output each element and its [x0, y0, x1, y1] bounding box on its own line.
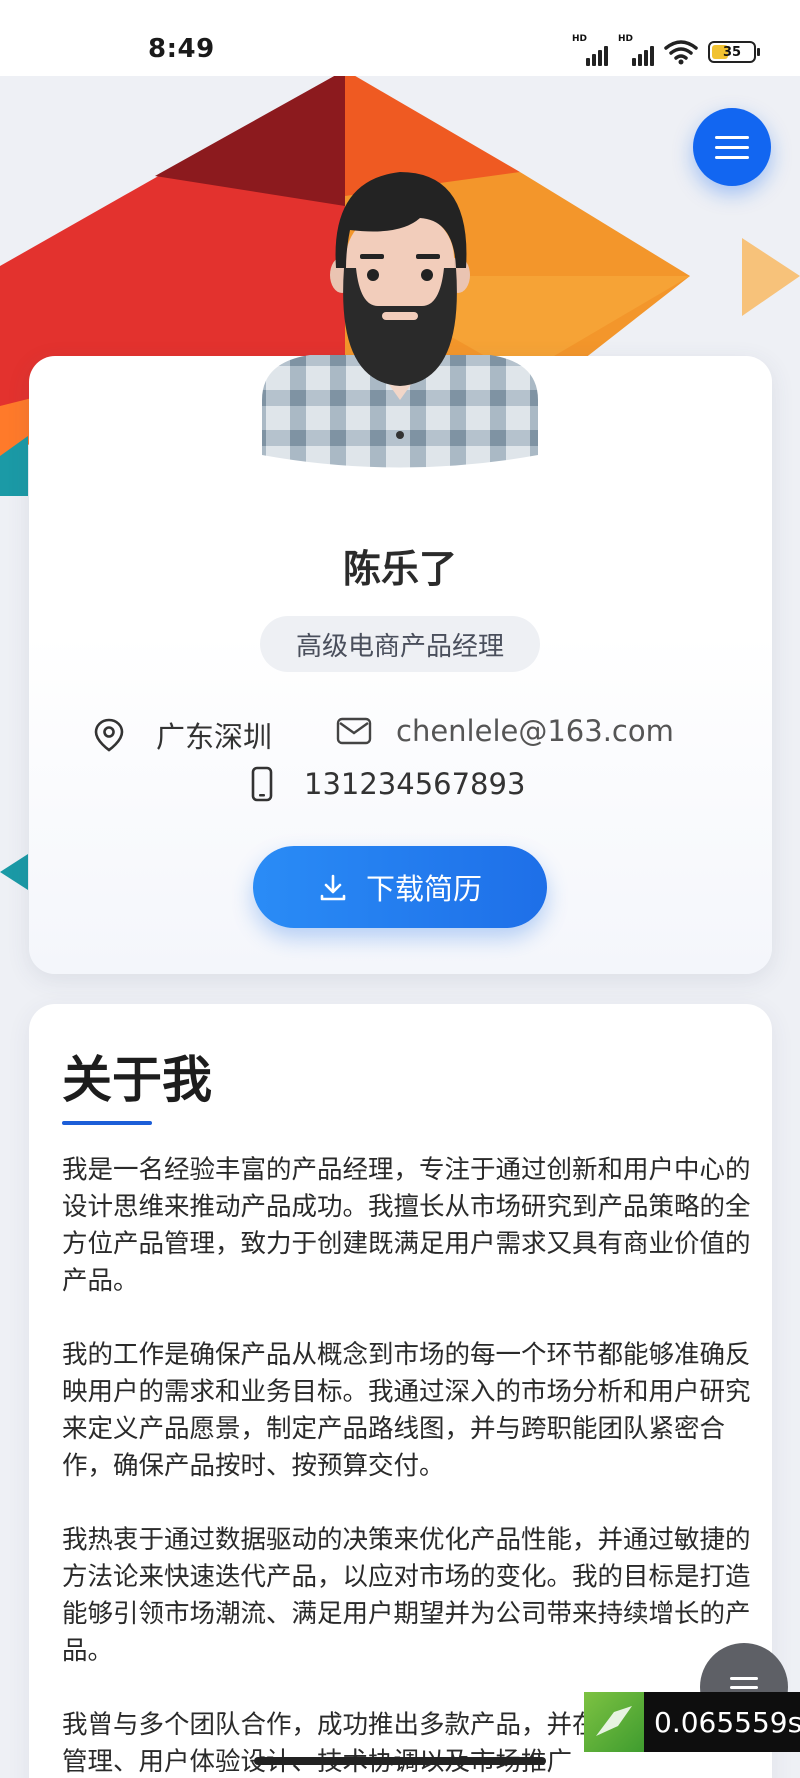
signal-hd-label-2: HD	[618, 34, 634, 44]
avatar	[262, 172, 538, 468]
home-indicator[interactable]	[254, 1757, 546, 1765]
battery-level: 35	[722, 44, 742, 60]
about-title-underline	[62, 1121, 152, 1125]
wifi-icon	[664, 40, 698, 65]
download-resume-button[interactable]: 下载简历	[253, 846, 547, 928]
download-icon	[320, 874, 346, 901]
mail-icon	[336, 717, 372, 745]
overlay-logo-icon	[584, 1692, 644, 1752]
email-item[interactable]: chenlele@163.com	[336, 714, 674, 748]
location-text: 广东深圳	[156, 720, 273, 754]
signal-icon-2: HD	[618, 34, 654, 66]
about-paragraph-2: 我的工作是确保产品从概念到市场的每一个环节都能够准确反映用户的需求和业务目标。我…	[62, 1340, 751, 1481]
about-paragraph-1: 我是一名经验丰富的产品经理，专注于通过创新和用户中心的设计思维来推动产品成功。我…	[62, 1155, 751, 1296]
menu-icon	[715, 135, 749, 139]
download-label: 下载简历	[365, 872, 482, 906]
status-time: 8:49	[148, 34, 215, 64]
status-icons: HD HD 35	[572, 34, 760, 66]
phone-icon	[251, 766, 273, 802]
location-item: 广东深圳	[92, 714, 272, 756]
about-title: 关于我	[62, 1051, 212, 1109]
battery-icon: 35	[708, 41, 760, 63]
about-paragraph-3: 我热衷于通过数据驱动的决策来优化产品性能，并通过敏捷的方法论来快速迭代产品，以应…	[62, 1525, 751, 1666]
timer-overlay: 0.065559s	[584, 1692, 800, 1752]
list-icon	[730, 1676, 758, 1680]
signal-hd-label: HD	[572, 34, 588, 44]
status-bar: 8:49 HD HD 35	[0, 0, 800, 76]
profile-name: 陈乐了	[342, 547, 457, 591]
timer-text: 0.065559s	[654, 1705, 800, 1739]
phone-item[interactable]: 131234567893	[250, 766, 525, 802]
about-body: 我是一名经验丰富的产品经理，专注于通过创新和用户中心的设计思维来推动产品成功。我…	[62, 1152, 752, 1778]
role-badge: 高级电商产品经理	[260, 616, 540, 672]
phone-text[interactable]: 131234567893	[304, 767, 525, 801]
email-text[interactable]: chenlele@163.com	[396, 714, 674, 748]
location-pin-icon	[94, 718, 124, 752]
menu-button[interactable]	[693, 108, 771, 186]
signal-icon: HD	[572, 34, 608, 66]
